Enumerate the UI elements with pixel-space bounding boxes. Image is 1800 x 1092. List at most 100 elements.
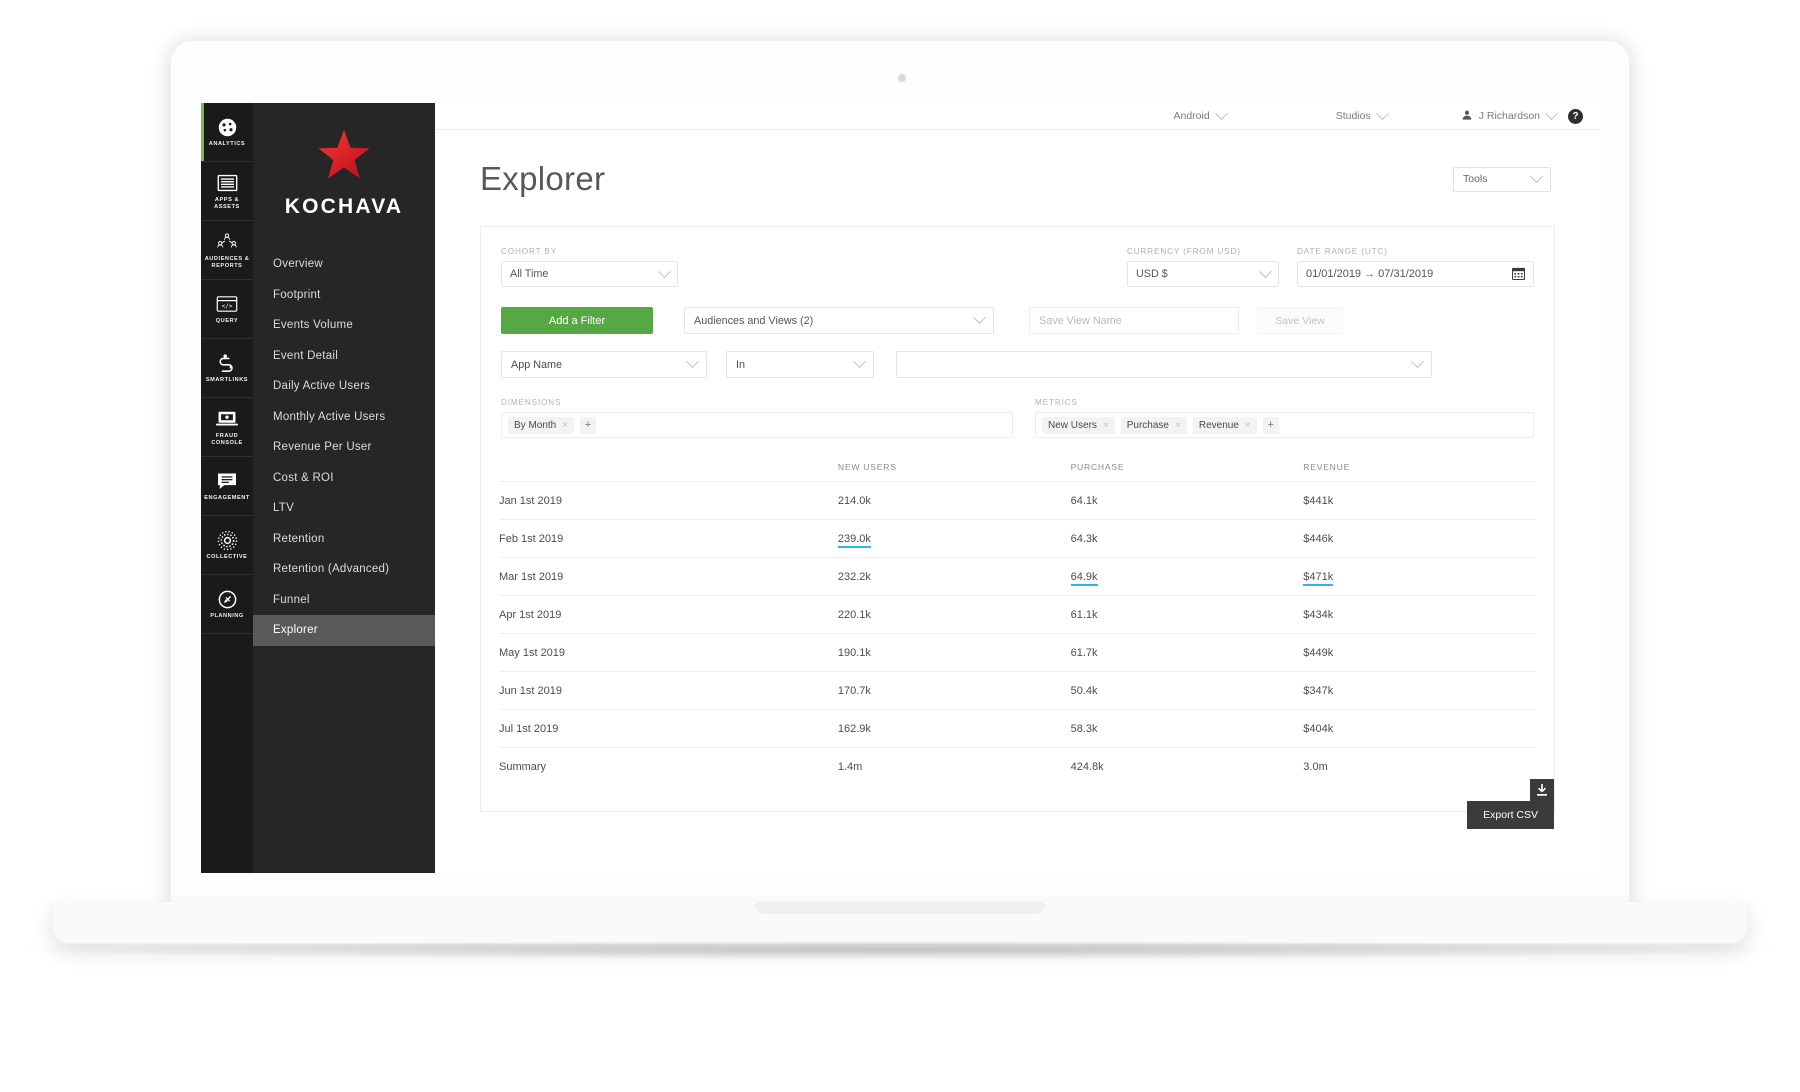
date-range-field: DATE RANGE (UTC) 01/01/2019 → 07/31/2019 bbox=[1297, 247, 1534, 287]
nav-item-funnel[interactable]: Funnel bbox=[253, 585, 435, 616]
remove-tag-icon[interactable]: × bbox=[1245, 420, 1251, 431]
platform-selector[interactable]: Android bbox=[1173, 106, 1228, 122]
main-content: Android Studios J Richardson ? Explorer … bbox=[435, 103, 1601, 873]
user-menu[interactable]: J Richardson bbox=[1462, 106, 1558, 123]
nav-item-monthly-active-users[interactable]: Monthly Active Users bbox=[253, 402, 435, 433]
rail-item-analytics[interactable]: ANALYTICS bbox=[201, 103, 253, 162]
page-header: Explorer Tools bbox=[435, 130, 1601, 198]
remove-tag-icon[interactable]: × bbox=[1103, 420, 1109, 431]
rail-item-query[interactable]: </> QUERY bbox=[201, 280, 253, 339]
chevron-down-icon bbox=[1545, 106, 1558, 120]
primary-icon-rail: ANALYTICS APPS & ASSETS AUDIENCES & REPO… bbox=[201, 103, 253, 873]
remove-tag-icon[interactable]: × bbox=[562, 420, 568, 431]
export-controls: Export CSV bbox=[1467, 779, 1554, 829]
add-filter-button[interactable]: Add a Filter bbox=[501, 307, 653, 334]
nav-item-label: Cost & ROI bbox=[273, 471, 334, 484]
chevron-down-icon bbox=[1214, 106, 1228, 120]
rail-item-engagement[interactable]: ENGAGEMENT bbox=[201, 457, 253, 516]
nav-item-ltv[interactable]: LTV bbox=[253, 493, 435, 524]
analytics-icon bbox=[217, 116, 238, 138]
nav-item-event-detail[interactable]: Event Detail bbox=[253, 341, 435, 372]
cell-purchase: 424.8k bbox=[1070, 747, 1304, 785]
nav-item-retention-advanced[interactable]: Retention (Advanced) bbox=[253, 554, 435, 585]
calendar-icon[interactable] bbox=[1511, 267, 1526, 282]
cell-dimension: Jan 1st 2019 bbox=[499, 481, 838, 520]
table-summary-row: Summary 1.4m 424.8k 3.0m bbox=[499, 747, 1536, 785]
cohort-by-select[interactable]: All Time bbox=[501, 261, 678, 287]
rail-item-smartlinks[interactable]: SMARTLINKS bbox=[201, 339, 253, 398]
brand-name: KOCHAVA bbox=[284, 195, 404, 218]
rail-item-planning[interactable]: PLANNING bbox=[201, 575, 253, 634]
nav-item-overview[interactable]: Overview bbox=[253, 249, 435, 280]
chevron-down-icon bbox=[1411, 355, 1424, 369]
dimensions-tag-box: By Month × + bbox=[501, 412, 1013, 438]
cell-revenue: $347k bbox=[1303, 671, 1536, 710]
filter-field-select[interactable]: App Name bbox=[501, 351, 707, 378]
save-view-placeholder: Save View Name bbox=[1039, 314, 1122, 327]
metric-tag-revenue[interactable]: Revenue × bbox=[1192, 416, 1257, 434]
dimension-tag-label: By Month bbox=[514, 419, 557, 431]
cell-purchase: 64.3k bbox=[1070, 519, 1304, 558]
metric-tag-purchase[interactable]: Purchase × bbox=[1120, 416, 1187, 434]
rail-item-audiences-reports[interactable]: AUDIENCES & REPORTS bbox=[201, 221, 253, 280]
nav-item-revenue-per-user[interactable]: Revenue Per User bbox=[253, 432, 435, 463]
rail-item-fraud-console[interactable]: FRAUD CONSOLE bbox=[201, 398, 253, 457]
rail-item-collective[interactable]: COLLECTIVE bbox=[201, 516, 253, 575]
nav-item-label: LTV bbox=[273, 502, 294, 515]
cell-new-users: 220.1k bbox=[837, 595, 1071, 634]
date-range-input[interactable]: 01/01/2019 → 07/31/2019 bbox=[1297, 261, 1534, 287]
cell-purchase: 58.3k bbox=[1070, 709, 1304, 748]
rail-label: FRAUD CONSOLE bbox=[211, 432, 243, 446]
remove-tag-icon[interactable]: × bbox=[1175, 420, 1181, 431]
cohort-by-value: All Time bbox=[510, 268, 549, 280]
table-row: Jul 1st 2019 162.9k 58.3k $404k bbox=[499, 709, 1536, 748]
laptop-screen: ANALYTICS APPS & ASSETS AUDIENCES & REPO… bbox=[201, 103, 1601, 873]
account-label: Studios bbox=[1335, 110, 1371, 122]
nav-item-daily-active-users[interactable]: Daily Active Users bbox=[253, 371, 435, 402]
col-header-revenue[interactable]: REVENUE bbox=[1303, 462, 1536, 482]
nav-item-explorer[interactable]: Explorer bbox=[253, 615, 435, 646]
nav-item-label: Daily Active Users bbox=[273, 380, 371, 393]
table-row: Apr 1st 2019 220.1k 61.1k $434k bbox=[499, 595, 1536, 634]
top-bar: Android Studios J Richardson ? bbox=[435, 103, 1601, 130]
nav-item-retention[interactable]: Retention bbox=[253, 524, 435, 555]
cohort-by-field: COHORT BY All Time bbox=[501, 247, 678, 287]
metric-tag-new-users[interactable]: New Users × bbox=[1042, 416, 1115, 434]
highlighted-value: $471k bbox=[1303, 570, 1334, 586]
filter-operator-select[interactable]: In bbox=[726, 351, 874, 378]
engagement-icon bbox=[217, 470, 237, 492]
nav-list: Overview Footprint Events Volume Event D… bbox=[253, 249, 435, 646]
rail-label: APPS & ASSETS bbox=[214, 196, 240, 210]
tools-dropdown[interactable]: Tools bbox=[1453, 166, 1551, 192]
save-view-name-input[interactable]: Save View Name bbox=[1029, 307, 1239, 334]
rail-label: SMARTLINKS bbox=[205, 377, 249, 383]
account-selector[interactable]: Studios bbox=[1335, 106, 1389, 122]
cell-dimension: Mar 1st 2019 bbox=[499, 557, 838, 596]
date-range-value: 01/01/2019 → 07/31/2019 bbox=[1306, 268, 1434, 280]
currency-value: USD $ bbox=[1136, 268, 1168, 280]
cell-new-users: 1.4m bbox=[837, 747, 1071, 785]
nav-item-events-volume[interactable]: Events Volume bbox=[253, 310, 435, 341]
add-metric-button[interactable]: + bbox=[1262, 416, 1279, 434]
help-button[interactable]: ? bbox=[1568, 108, 1583, 124]
add-dimension-button[interactable]: + bbox=[580, 416, 597, 434]
dimension-tag-by-month[interactable]: By Month × bbox=[508, 416, 575, 434]
table-row: Jan 1st 2019 214.0k 64.1k $441k bbox=[499, 481, 1536, 520]
save-view-button[interactable]: Save View bbox=[1257, 307, 1343, 334]
filter-value-select[interactable] bbox=[896, 351, 1432, 378]
nav-item-cost-and-roi[interactable]: Cost & ROI bbox=[253, 463, 435, 494]
audiences-views-select[interactable]: Audiences and Views (2) bbox=[684, 307, 994, 334]
currency-label: CURRENCY (FROM USD) bbox=[1127, 247, 1241, 256]
nav-item-footprint[interactable]: Footprint bbox=[253, 280, 435, 311]
nav-item-label: Event Detail bbox=[273, 349, 339, 362]
filter-actions-row: Add a Filter Audiences and Views (2) Sav… bbox=[499, 307, 1536, 334]
chevron-down-icon bbox=[853, 355, 866, 369]
col-header-purchase[interactable]: PURCHASE bbox=[1071, 462, 1304, 482]
col-header-new-users[interactable]: NEW USERS bbox=[838, 462, 1071, 482]
currency-select[interactable]: USD $ bbox=[1127, 261, 1279, 287]
tools-label: Tools bbox=[1463, 173, 1488, 185]
table-header-row: NEW USERS PURCHASE REVENUE bbox=[499, 462, 1536, 482]
export-download-button[interactable] bbox=[1530, 779, 1554, 801]
chevron-down-icon bbox=[1259, 264, 1272, 278]
rail-item-apps-assets[interactable]: APPS & ASSETS bbox=[201, 162, 253, 221]
